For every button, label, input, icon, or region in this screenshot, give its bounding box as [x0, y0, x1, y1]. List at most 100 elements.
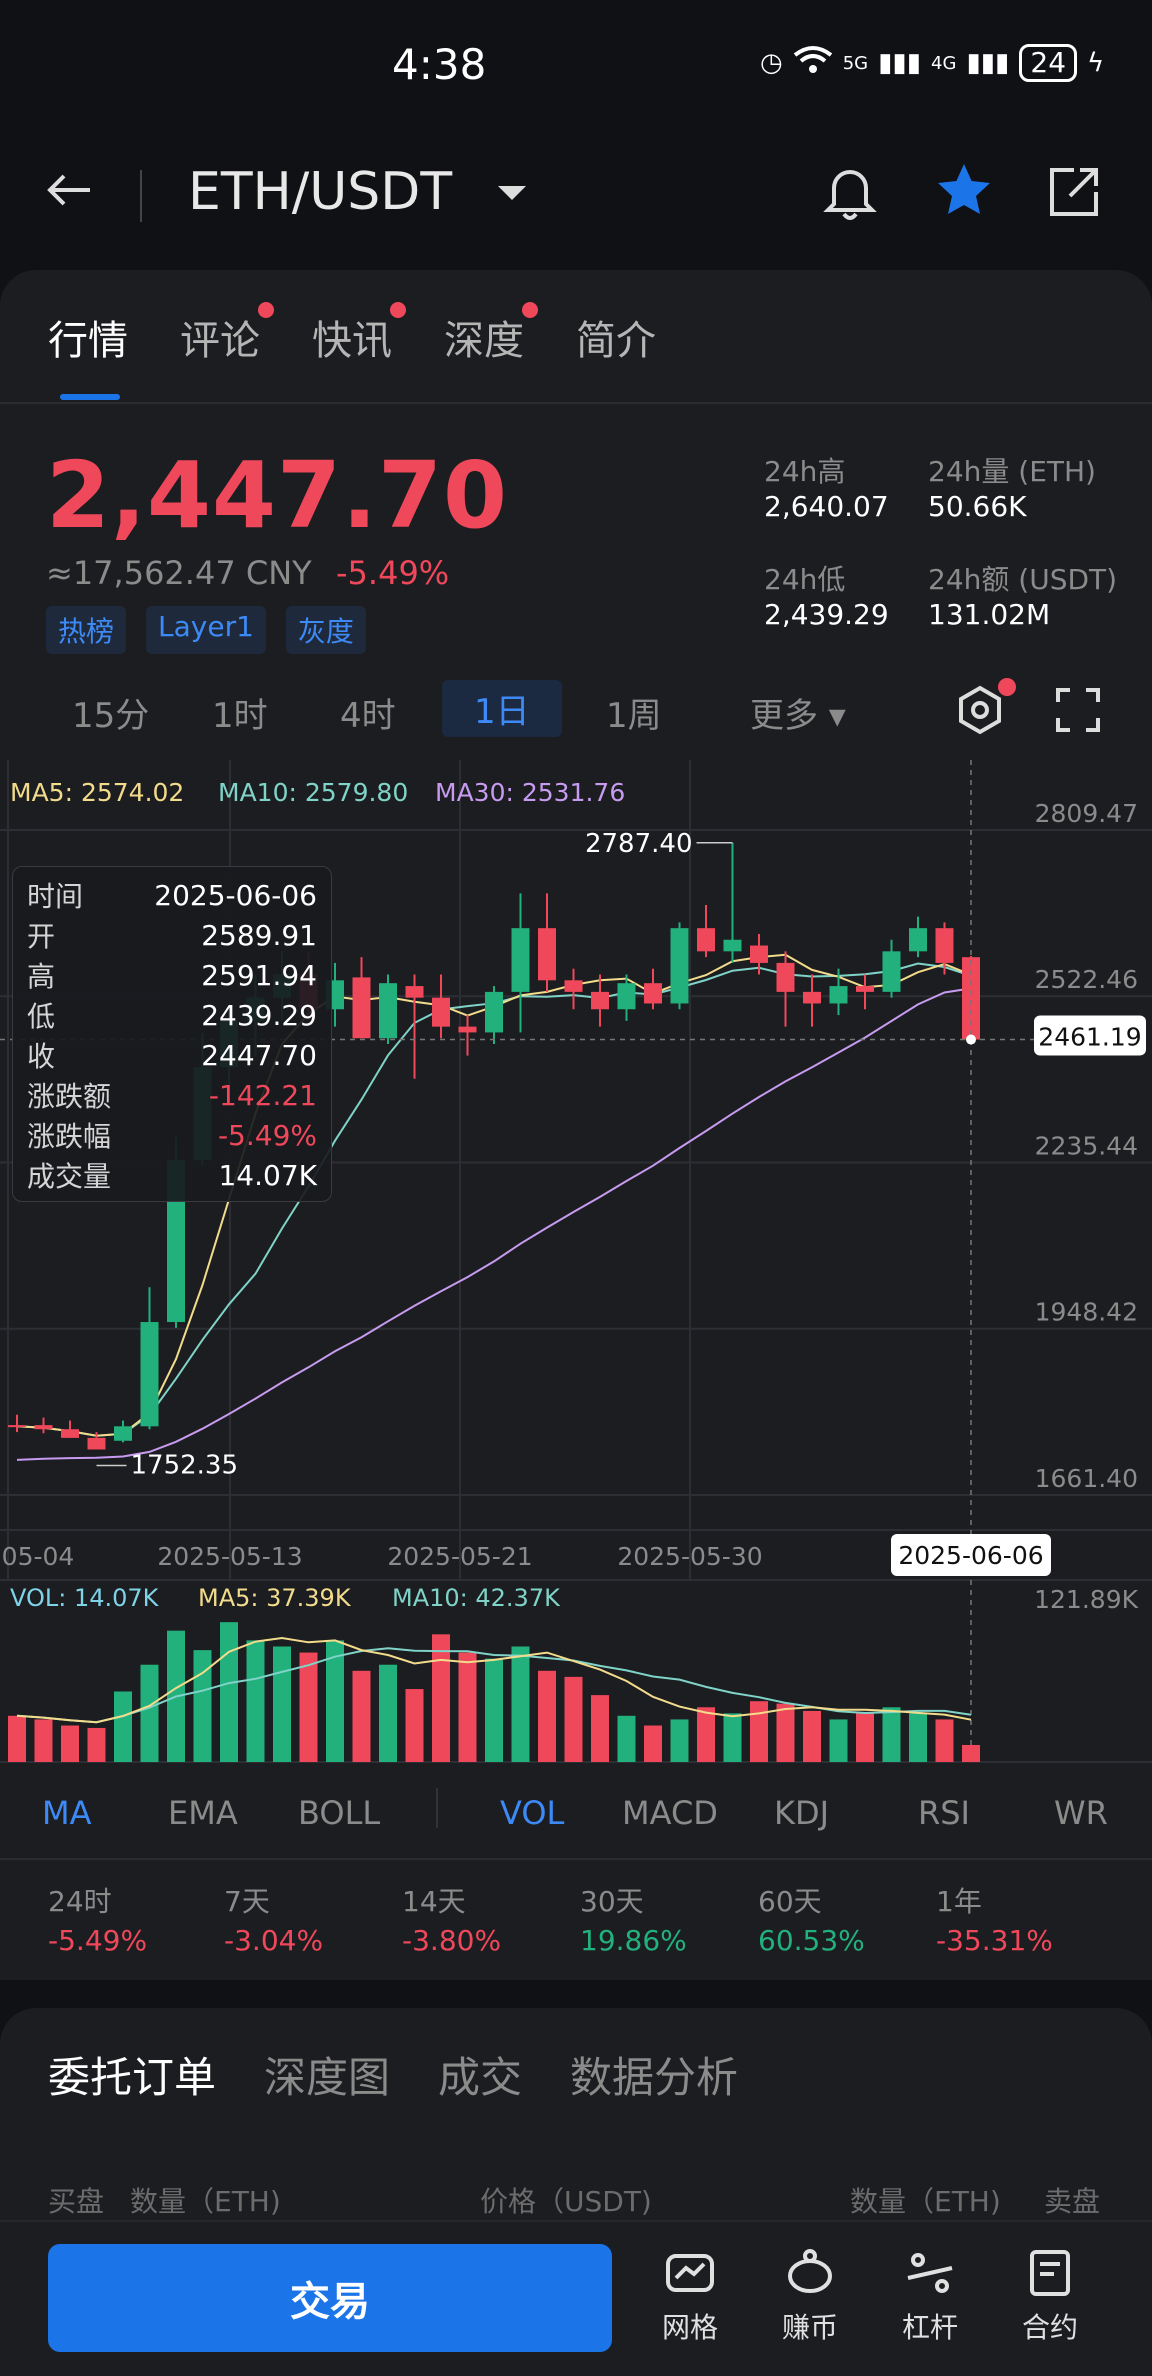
tab-intro[interactable]: 简介 — [576, 308, 656, 366]
volume-bar — [538, 1670, 556, 1762]
indicator-divider — [436, 1788, 438, 1828]
candle-body — [379, 983, 397, 1039]
favorite-star-icon[interactable] — [934, 160, 994, 224]
volume-bar — [485, 1658, 503, 1762]
header-divider — [140, 170, 142, 222]
trade-button[interactable]: 交易 — [48, 2244, 612, 2352]
perf-value: -5.49% — [48, 1924, 148, 1957]
volume-bar — [829, 1719, 848, 1762]
share-icon[interactable] — [1046, 164, 1102, 224]
tag-hot[interactable]: 热榜 — [46, 606, 127, 654]
price-change-pct: -5.49% — [336, 554, 450, 592]
candle-body — [34, 1425, 53, 1430]
stat-amount-value: 131.02M — [928, 598, 1051, 631]
pair-dropdown-icon[interactable] — [498, 186, 526, 200]
period-1w[interactable]: 1周 — [606, 688, 662, 737]
tooltip-row: 涨跌额 -142.21 — [27, 1075, 317, 1115]
stat-volume-value: 50.66K — [928, 490, 1027, 523]
battery-indicator: 24 — [1019, 44, 1078, 82]
bid-label: 买盘 — [48, 2185, 105, 2218]
indicator-ema[interactable]: EMA — [168, 1794, 238, 1832]
tag-layer1[interactable]: Layer1 — [146, 606, 266, 654]
indicator-rsi[interactable]: RSI — [918, 1794, 970, 1832]
contract-icon — [1030, 2250, 1070, 2296]
nav-futures[interactable]: 合约 — [1000, 2248, 1100, 2346]
candle-body — [458, 1026, 477, 1033]
notification-dot — [390, 302, 406, 318]
tooltip-key: 开 — [27, 920, 56, 953]
indicator-ma[interactable]: MA — [42, 1794, 92, 1832]
tab-depth-chart[interactable]: 深度图 — [264, 2044, 390, 2105]
tab-orders[interactable]: 委托订单 — [48, 2044, 216, 2105]
ma30-legend: MA30: 2531.76 — [435, 778, 626, 807]
candle-body — [644, 983, 662, 1004]
period-1h[interactable]: 1时 — [212, 688, 268, 737]
period-4h[interactable]: 4时 — [340, 688, 396, 737]
x-tick-label: 2025-05-30 — [617, 1542, 762, 1571]
back-arrow-icon[interactable] — [44, 166, 94, 222]
volume-bar — [644, 1725, 662, 1762]
stat-low-value: 2,439.29 — [764, 598, 889, 631]
stat-high-label: 24h高 — [764, 455, 846, 488]
volume-bar — [140, 1664, 159, 1762]
tooltip-row: 涨跌幅 -5.49% — [27, 1115, 317, 1155]
tooltip-key: 成交量 — [27, 1160, 112, 1193]
candle-body — [591, 991, 609, 1010]
volume-bar — [299, 1652, 318, 1762]
indicator-boll[interactable]: BOLL — [298, 1794, 380, 1832]
piggy-bank-icon — [788, 2249, 832, 2293]
period-1d[interactable]: 1日 — [442, 680, 562, 737]
fullscreen-icon[interactable] — [1054, 686, 1102, 738]
speed-icon: ◷ — [760, 48, 783, 78]
nav-earn[interactable]: 赚币 — [760, 2248, 860, 2346]
tooltip-row: 低 2439.29 — [27, 995, 317, 1035]
tooltip-row: 成交量 14.07K — [27, 1155, 317, 1195]
market-tabs: 行情 评论 快讯 深度 简介 — [48, 302, 656, 366]
candle-body — [670, 928, 689, 1004]
perf-label: 7天 — [224, 1885, 270, 1918]
wifi-icon — [793, 45, 833, 82]
volume-bar — [617, 1715, 636, 1762]
max-price-label: 2787.40 — [585, 829, 693, 859]
tab-comments[interactable]: 评论 — [180, 302, 274, 366]
divider — [0, 402, 1152, 404]
tab-depth[interactable]: 深度 — [444, 302, 538, 366]
x-tick-label: 05-04 — [2, 1542, 75, 1571]
perf-value: -3.80% — [402, 1924, 502, 1957]
perf-value: -3.04% — [224, 1924, 324, 1957]
vol-legend: VOL: 14.07K — [10, 1584, 159, 1612]
settings-hexagon-icon[interactable] — [952, 678, 1016, 742]
tab-trades[interactable]: 成交 — [438, 2044, 522, 2105]
volume-bar — [458, 1652, 477, 1762]
y-tick-label: 2809.47 — [1035, 799, 1138, 828]
candle-body — [432, 997, 450, 1027]
volume-bar — [87, 1727, 106, 1762]
candle-body — [87, 1437, 106, 1450]
indicator-kdj[interactable]: KDJ — [774, 1794, 829, 1832]
indicator-macd[interactable]: MACD — [622, 1794, 718, 1832]
tab-market[interactable]: 行情 — [48, 308, 128, 366]
divider — [0, 1858, 1152, 1860]
tooltip-row: 时间 2025-06-06 — [27, 875, 317, 915]
indicator-wr[interactable]: WR — [1054, 1794, 1108, 1832]
pair-title[interactable]: ETH/USDT — [188, 162, 452, 222]
signal-icon-2: ▮▮▮ — [966, 48, 1010, 78]
volume-bar — [432, 1634, 450, 1762]
nav-margin[interactable]: 杠杆 — [880, 2248, 980, 2346]
y-tick-label: 2235.44 — [1035, 1131, 1138, 1160]
notification-dot — [522, 302, 538, 318]
nav-grid-label: 网格 — [661, 2311, 718, 2344]
tab-news[interactable]: 快讯 — [312, 302, 406, 366]
nav-grid[interactable]: 网格 — [640, 2248, 740, 2346]
bell-icon[interactable] — [820, 160, 880, 226]
indicator-vol[interactable]: VOL — [500, 1794, 564, 1832]
volume-bar — [114, 1691, 132, 1762]
period-15m[interactable]: 15分 — [72, 688, 149, 737]
candle-body — [935, 928, 954, 963]
price-label: 价格（USDT) — [480, 2185, 652, 2218]
volume-bar — [34, 1719, 53, 1762]
tag-grayscale[interactable]: 灰度 — [285, 606, 366, 654]
tab-data-analysis[interactable]: 数据分析 — [570, 2044, 738, 2105]
period-more[interactable]: 更多 ▾ — [750, 688, 846, 737]
volume-bar — [882, 1707, 901, 1762]
